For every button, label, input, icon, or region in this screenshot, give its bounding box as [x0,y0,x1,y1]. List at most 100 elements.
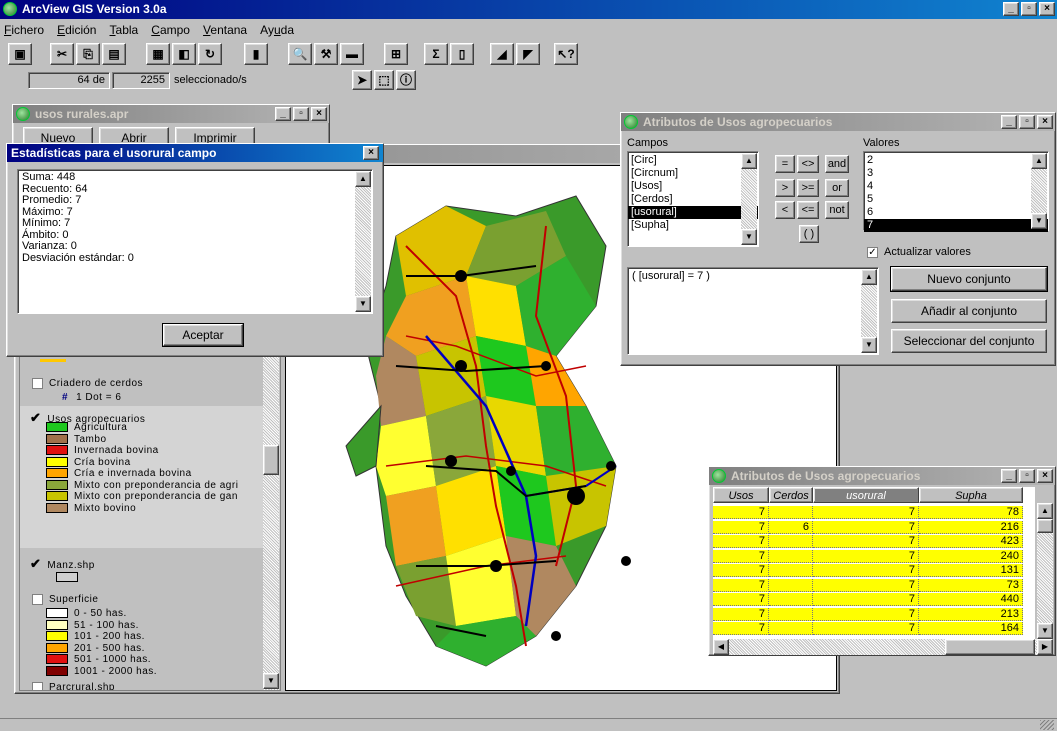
operator-button[interactable]: not [825,201,849,219]
table-scroll-up[interactable]: ▲ [1037,503,1053,519]
table-column-header[interactable]: Supha [919,487,1023,503]
manz-check-icon[interactable]: ✔ [30,556,41,571]
table-v-thumb[interactable] [1037,519,1053,533]
table-cell[interactable]: 7 [713,535,769,548]
operator-button[interactable]: >= [797,179,819,197]
stats-scroll-up[interactable]: ▲ [355,171,371,187]
minimize-button[interactable]: _ [1003,2,1019,16]
table-cell[interactable]: 131 [919,564,1023,577]
menu-campo[interactable]: Campo [151,21,190,39]
paste-icon[interactable]: ▤ [102,43,126,65]
identify-icon[interactable]: ⓘ [396,70,416,90]
query-min-button[interactable]: _ [1001,115,1017,129]
menu-edicion[interactable]: Edición [57,21,96,39]
valores-list[interactable]: 234567 [863,151,1049,232]
query-close-button[interactable]: × [1037,115,1053,129]
table-scroll-down[interactable]: ▼ [1037,623,1053,639]
table-cell[interactable]: 164 [919,622,1023,635]
parcrural-checkbox[interactable] [32,682,43,690]
table-cell[interactable] [769,535,813,548]
sort-desc-icon[interactable]: ◤ [516,43,540,65]
table-cell[interactable] [769,549,813,563]
stats-scroll-down[interactable]: ▼ [355,296,371,312]
project-close-button[interactable]: × [311,107,327,121]
legend-cerdos[interactable]: Criadero de cerdos [32,378,143,389]
table-cell[interactable]: 7 [813,593,919,606]
operator-button[interactable]: > [775,179,795,197]
menu-fichero[interactable]: Fichero [4,21,44,39]
operator-button[interactable]: = [775,155,795,173]
operator-button[interactable]: ( ) [799,225,819,243]
campo-item[interactable]: [usorural] [628,206,758,219]
table-h-thumb[interactable] [945,639,1035,655]
table-column-header[interactable]: Cerdos [769,487,813,503]
close-button[interactable]: × [1039,2,1055,16]
valor-item[interactable]: 5 [864,193,1048,206]
actualizar-valores-option[interactable]: ✓ Actualizar valores [867,246,971,258]
cut-icon[interactable]: ✂ [50,43,74,65]
campo-item[interactable]: [Circnum] [628,167,758,180]
table-cell[interactable]: 7 [813,549,919,563]
table-cell[interactable]: 7 [813,506,919,519]
table-cell[interactable]: 78 [919,506,1023,519]
resize-grip-icon[interactable] [1040,720,1054,730]
valor-item[interactable]: 2 [864,154,1048,167]
table-cell[interactable]: 6 [769,520,813,534]
promote-icon[interactable]: ⊞ [384,43,408,65]
expression-scroll-up[interactable]: ▲ [861,269,877,285]
valor-item[interactable]: 3 [864,167,1048,180]
table-cell[interactable] [769,564,813,577]
valor-item[interactable]: 7 [864,219,1048,232]
table-cell[interactable]: 73 [919,578,1023,592]
cerdos-checkbox[interactable] [32,378,43,389]
valor-item[interactable]: 4 [864,180,1048,193]
expression-scroll-down[interactable]: ▼ [861,337,877,353]
table-min-button[interactable]: _ [1001,469,1017,483]
table-column-header[interactable]: Usos [713,487,769,503]
operator-button[interactable]: < [775,201,795,219]
table-cell[interactable]: 7 [813,607,919,621]
find-icon[interactable]: 🔍 [288,43,312,65]
menu-tabla[interactable]: Tabla [110,21,139,39]
campos-list[interactable]: [Circ] [Circnum] [Usos] [Cerdos] [usorural][… [627,151,759,247]
query-icon[interactable]: ⚒ [314,43,338,65]
operator-button[interactable]: <= [797,201,819,219]
campos-scroll-up[interactable]: ▲ [741,153,757,169]
table-cell[interactable]: 7 [713,593,769,606]
legend-superficie[interactable]: Superficie [32,594,98,605]
table-cell[interactable]: 7 [713,578,769,592]
table-cell[interactable]: 7 [713,549,769,563]
valores-scroll-up[interactable]: ▲ [1031,153,1047,169]
copy-icon[interactable]: ⎘ [76,43,100,65]
expression-field[interactable]: ( [usorural] = 7 ) [627,267,879,355]
table-close-button[interactable]: × [1037,469,1053,483]
campo-item[interactable]: [Usos] [628,180,758,193]
table-cell[interactable] [769,506,813,519]
valores-scroll-down[interactable]: ▼ [1031,213,1047,229]
table-cell[interactable]: 7 [713,506,769,519]
campo-item[interactable]: [Supha] [628,219,758,232]
table-icon[interactable]: ▦ [146,43,170,65]
chart-icon[interactable]: ▮ [244,43,268,65]
legend-scroll-down[interactable]: ▼ [263,673,279,689]
menu-ventana[interactable]: Ventana [203,21,247,39]
table-cell[interactable] [769,593,813,606]
seleccionar-conjunto-button[interactable]: Seleccionar del conjunto [891,329,1047,353]
table-cell[interactable] [769,622,813,635]
stats-icon[interactable]: ▯ [450,43,474,65]
operator-button[interactable]: <> [797,155,819,173]
select-feature-icon[interactable]: ⬚ [374,70,394,90]
table-cell[interactable]: 423 [919,535,1023,548]
table-cell[interactable]: 213 [919,607,1023,621]
project-min-button[interactable]: _ [275,107,291,121]
query-max-button[interactable]: ▫ [1019,115,1035,129]
table-cell[interactable]: 7 [813,535,919,548]
operator-button[interactable]: and [825,155,849,173]
select-all-icon[interactable]: ▬ [340,43,364,65]
superficie-checkbox[interactable] [32,594,43,605]
usos-check-icon[interactable]: ✔ [30,410,41,425]
table-scroll-left[interactable]: ◀ [713,639,729,655]
sum-icon[interactable]: Σ [424,43,448,65]
table-cell[interactable]: 7 [713,564,769,577]
table-grid[interactable]: Usos Cerdos usorural Supha 7 7 78 7 6 7 216 7 7 423 7… [713,487,1035,639]
